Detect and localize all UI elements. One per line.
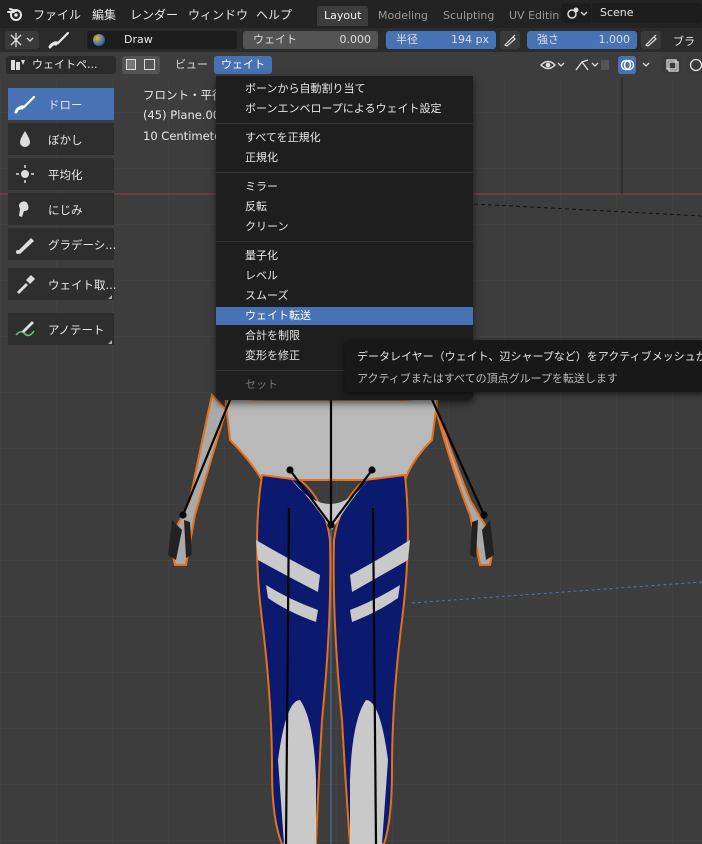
menu-file[interactable]: ファイル [33, 6, 81, 23]
shading-toggle[interactable] [686, 56, 702, 74]
radius-pressure-toggle[interactable] [500, 31, 520, 49]
annotate-icon [15, 321, 35, 337]
scene-icon [567, 7, 588, 19]
menu-smooth[interactable]: スムーズ [216, 287, 473, 305]
eye-icon [540, 60, 565, 70]
view-menu[interactable]: ビュー [168, 56, 215, 74]
gizmo-icon [575, 59, 609, 71]
tool-average[interactable]: 平均化 [8, 158, 114, 190]
gizmo-toggle[interactable] [572, 56, 612, 74]
overlay-toggle[interactable] [616, 56, 656, 74]
menu-help[interactable]: ヘルプ [256, 6, 292, 23]
menu-clean[interactable]: クリーン [216, 218, 473, 236]
chevron-down-icon [642, 62, 650, 67]
menu-edit[interactable]: 編集 [92, 6, 116, 23]
tool-label: にじみ [48, 203, 83, 217]
scene-selector[interactable] [561, 3, 591, 23]
weight-menu[interactable]: ウェイト [214, 56, 272, 74]
strength-value: 1.000 [598, 33, 631, 46]
tool-smear[interactable]: にじみ [8, 193, 114, 225]
transform-pivot-dropdown[interactable] [5, 31, 39, 49]
tool-gradient[interactable]: グラデーシ... [8, 228, 117, 260]
menu-assign-from-bone-envelopes[interactable]: ボーンエンベロープによるウェイト設定 [216, 100, 473, 118]
grid-scale-label: 10 Centimeter [143, 129, 226, 143]
view-name-label: フロント・平行 [143, 88, 224, 102]
menu-invert[interactable]: 反転 [216, 198, 473, 216]
menu-mirror[interactable]: ミラー [216, 178, 473, 196]
menu-assign-auto-from-bones[interactable]: ボーンから自動割り当て [216, 80, 473, 98]
tab-layout[interactable]: Layout [317, 6, 369, 26]
mode-label: ウェイトペ... [32, 58, 98, 71]
tool-annotate[interactable]: アノテート [8, 313, 114, 345]
submenu-corner-icon [108, 295, 112, 299]
menu-levels[interactable]: レベル [216, 267, 473, 285]
pen-pressure-icon [503, 34, 516, 47]
mask-toggles[interactable] [122, 56, 160, 74]
strength-label: 強さ [537, 33, 559, 46]
gradient-icon [16, 238, 34, 254]
tool-settings-header: Draw ウェイト 0.000 半径 194 px 強さ 1.000 ブラシ [0, 28, 702, 64]
top-menu-bar: ファイル 編集 レンダー ウィンドウ ヘルプ Layout Modeling S… [0, 0, 702, 28]
menu-separator [216, 172, 473, 173]
menu-normalize-all[interactable]: すべてを正規化 [216, 129, 473, 147]
smear-icon [19, 201, 29, 217]
tool-label: ドロー [48, 98, 83, 112]
object-name-label: (45) Plane.003 [143, 108, 228, 122]
face-mask-icon[interactable] [126, 59, 136, 70]
overlay-icon [618, 56, 636, 74]
tool-label: ウェイト取... [48, 278, 117, 292]
tool-label: アノテート [48, 323, 105, 337]
submenu-corner-icon [108, 340, 112, 344]
tool-label: グラデーシ... [48, 238, 117, 252]
weight-slider[interactable]: ウェイト 0.000 [243, 31, 378, 49]
tool-blur[interactable]: ぼかし [8, 123, 114, 155]
tool-draw[interactable]: ドロー [8, 88, 114, 120]
strength-pressure-toggle[interactable] [641, 31, 661, 49]
tool-label: 平均化 [48, 168, 83, 182]
tooltip: データレイヤー（ウェイト、辺シャープなど）をアクティブメッシュから アクティブま… [345, 340, 702, 392]
menu-quantize[interactable]: 量子化 [216, 247, 473, 265]
menu-separator [216, 241, 473, 242]
tool-label: ぼかし [48, 133, 83, 147]
visibility-toggle[interactable] [538, 56, 568, 74]
average-icon [16, 165, 34, 183]
scene-name-field[interactable]: Scene [592, 3, 702, 23]
vertex-mask-icon[interactable] [144, 59, 155, 70]
radius-label: 半径 [396, 33, 418, 46]
brush-icon [14, 95, 36, 114]
blender-logo-icon[interactable] [7, 6, 23, 22]
wireframe-shading-icon [689, 58, 702, 72]
tooltip-description: データレイヤー（ウェイト、辺シャープなど）をアクティブメッシュから [357, 350, 702, 363]
brush-preview-icon [93, 34, 105, 46]
xray-toggle[interactable] [662, 56, 682, 74]
tab-uv-editing[interactable]: UV Editin [502, 6, 566, 26]
tool-sample-weight[interactable]: ウェイト取... [8, 268, 117, 300]
xray-icon [666, 59, 679, 72]
brush-icon[interactable] [48, 31, 70, 49]
tab-modeling[interactable]: Modeling [371, 6, 435, 26]
radius-slider[interactable]: 半径 194 px [386, 31, 496, 49]
weight-value: 0.000 [339, 33, 372, 46]
menu-window[interactable]: ウィンドウ [188, 6, 248, 23]
pivot-icon [10, 33, 34, 47]
tooltip-detail: アクティブまたはすべての頂点グループを転送します [357, 372, 618, 385]
mode-selector[interactable]: ウェイトペ... [6, 56, 116, 74]
pen-pressure-icon [644, 34, 657, 47]
eyedropper-icon [17, 275, 35, 294]
brush-selector[interactable]: Draw [87, 31, 237, 49]
viewport-header: ウェイトペ... ビュー ウェイト [0, 52, 702, 78]
weight-label: ウェイト [253, 33, 297, 46]
strength-slider[interactable]: 強さ 1.000 [527, 31, 637, 49]
menu-transfer-weights[interactable]: ウェイト転送 [216, 307, 473, 325]
menu-normalize[interactable]: 正規化 [216, 149, 473, 167]
blur-drop-icon [20, 131, 30, 147]
radius-value: 194 px [451, 33, 489, 46]
tab-sculpting[interactable]: Sculpting [436, 6, 501, 26]
weight-paint-mode-icon [11, 60, 25, 70]
menu-separator [216, 123, 473, 124]
menu-render[interactable]: レンダー [130, 6, 178, 23]
brush-name: Draw [124, 33, 153, 46]
